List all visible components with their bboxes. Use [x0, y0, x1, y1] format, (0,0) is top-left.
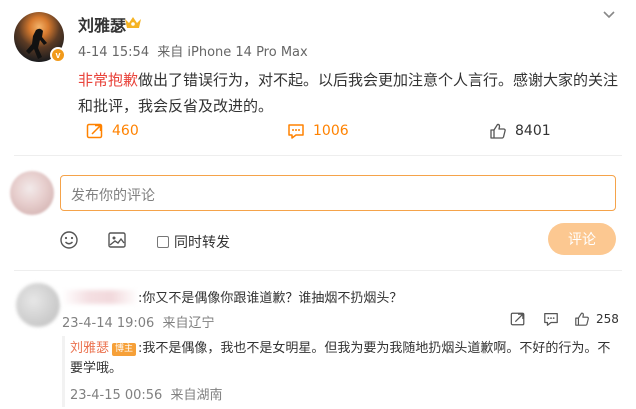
author-badge: 博主 — [112, 343, 137, 356]
author-avatar[interactable]: v — [14, 12, 66, 63]
comment-like-button[interactable]: 258 — [574, 311, 619, 327]
reply-thread-bar — [62, 336, 65, 407]
post-text-body: 做出了错误行为，对不起。以后我会更加注意个人言行。感谢大家的关注和批评，我会反省… — [78, 71, 619, 115]
post-text: 非常抱歉做出了错误行为，对不起。以后我会更加注意个人言行。感谢大家的关注和批评，… — [78, 67, 623, 119]
comment-date: 23-4-14 19:06 — [62, 316, 155, 331]
comment-location: 来自辽宁 — [162, 316, 215, 331]
comment-like-count: 258 — [596, 312, 619, 326]
post-author-name[interactable]: 刘雅瑟 — [78, 12, 126, 36]
crown-icon[interactable] — [123, 15, 143, 31]
like-icon — [575, 312, 589, 326]
reply-date: 23-4-15 00:56 — [70, 388, 163, 403]
repost-checkbox[interactable]: 同时转发 — [157, 232, 230, 252]
post-text-highlight: 非常抱歉 — [78, 71, 139, 89]
comment-count: 1006 — [313, 123, 349, 139]
share-button[interactable]: 460 — [86, 122, 139, 140]
v-badge-icon: v — [50, 47, 66, 63]
checkbox-box[interactable] — [157, 236, 169, 248]
post-meta: 4-14 15:54 来自 iPhone 14 Pro Max — [78, 41, 312, 60]
comment-reply-icon[interactable] — [543, 311, 559, 327]
chevron-down-icon[interactable] — [602, 8, 616, 22]
share-count: 460 — [112, 123, 139, 139]
author-reply: 刘雅瑟 博主:我不是偶像，我也不是女明星。但我为要为我随地扔烟头道歉啊。不好的行为… — [70, 339, 620, 379]
comment-button[interactable]: 1006 — [287, 122, 349, 140]
repost-label: 同时转发 — [174, 235, 230, 251]
comment-text: :你又不是偶像你跟谁道歉？谁抽烟不扔烟头？ — [138, 291, 403, 306]
reply-meta: 23-4-15 00:56 来自湖南 — [70, 384, 227, 403]
commenter-name-redacted[interactable] — [62, 290, 138, 304]
comment-icon — [288, 124, 304, 139]
like-button[interactable]: 8401 — [489, 122, 551, 140]
share-icon — [86, 123, 103, 139]
like-icon — [490, 123, 506, 139]
emoji-icon[interactable] — [59, 230, 79, 250]
reply-location: 来自湖南 — [170, 388, 223, 403]
submit-comment-button[interactable]: 评论 — [548, 223, 616, 255]
comment-share-icon[interactable] — [510, 311, 526, 327]
reply-author-name[interactable]: 刘雅瑟 — [70, 341, 109, 356]
reply-text: :我不是偶像，我也不是女明星。但我为要为我随地扔烟头道歉啊。不好的行为。不要学哦… — [70, 341, 611, 376]
divider — [14, 270, 622, 271]
comment-input[interactable]: 发布你的评论 — [60, 175, 616, 211]
comment-meta: 23-4-14 19:06 来自辽宁 — [62, 312, 219, 331]
divider — [14, 155, 622, 156]
post-date[interactable]: 4-14 15:54 — [78, 45, 149, 60]
current-user-avatar — [10, 171, 54, 215]
post-source: 来自 iPhone 14 Pro Max — [157, 45, 308, 60]
like-count: 8401 — [515, 123, 551, 139]
image-icon[interactable] — [107, 230, 127, 250]
commenter-avatar[interactable] — [16, 283, 60, 327]
